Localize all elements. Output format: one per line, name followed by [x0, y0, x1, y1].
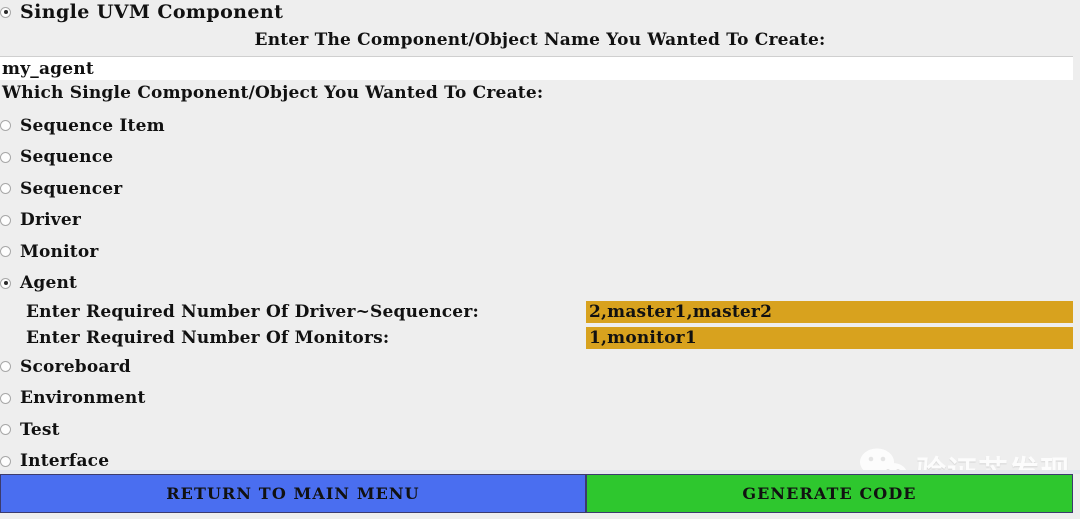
option-test[interactable]: Test [0, 414, 1080, 446]
footer-bar: RETURN TO MAIN MENU GENERATE CODE [0, 470, 1080, 519]
option-label: Test [20, 419, 60, 440]
monitors-input[interactable] [586, 327, 1073, 349]
option-label: Agent [20, 273, 78, 294]
option-label: Driver [20, 210, 82, 231]
option-label: Sequence Item [20, 115, 165, 136]
radio-icon-selected[interactable] [0, 277, 11, 289]
option-sequence-item[interactable]: Sequence Item [0, 110, 1080, 142]
agent-driver-sequencer-row: Enter Required Number Of Driver~Sequence… [0, 299, 1080, 325]
option-monitor[interactable]: Monitor [0, 236, 1080, 268]
radio-icon[interactable] [0, 392, 11, 404]
radio-icon[interactable] [0, 424, 11, 436]
driver-sequencer-label: Enter Required Number Of Driver~Sequence… [26, 302, 479, 322]
single-uvm-component-radio[interactable] [0, 6, 11, 18]
radio-icon[interactable] [0, 151, 11, 163]
driver-sequencer-input[interactable] [586, 301, 1073, 323]
radio-icon[interactable] [0, 361, 11, 373]
radio-icon[interactable] [0, 214, 11, 226]
page-title: Single UVM Component [20, 1, 284, 23]
option-sequence[interactable]: Sequence [0, 142, 1080, 174]
option-sequencer[interactable]: Sequencer [0, 173, 1080, 205]
monitors-label: Enter Required Number Of Monitors: [26, 328, 390, 348]
return-to-main-menu-button[interactable]: RETURN TO MAIN MENU [0, 474, 586, 513]
radio-icon[interactable] [0, 455, 11, 467]
option-label: Sequencer [20, 178, 123, 199]
component-name-input[interactable] [0, 56, 1073, 80]
generate-code-button[interactable]: GENERATE CODE [586, 474, 1073, 513]
option-driver[interactable]: Driver [0, 205, 1080, 237]
option-label: Monitor [20, 241, 99, 262]
option-environment[interactable]: Environment [0, 383, 1080, 415]
option-label: Sequence [20, 147, 114, 168]
radio-icon[interactable] [0, 183, 11, 195]
component-option-list: Sequence Item Sequence Sequencer Driver … [0, 110, 1080, 477]
radio-icon[interactable] [0, 120, 11, 132]
radio-icon[interactable] [0, 246, 11, 258]
agent-monitors-row: Enter Required Number Of Monitors: [0, 325, 1080, 351]
option-label: Interface [20, 451, 110, 472]
window-title-row: Single UVM Component [0, 0, 283, 24]
component-question-label: Which Single Component/Object You Wanted… [2, 83, 544, 103]
option-scoreboard[interactable]: Scoreboard [0, 351, 1080, 383]
name-prompt-label: Enter The Component/Object Name You Want… [254, 30, 826, 50]
option-label: Environment [20, 388, 146, 409]
option-agent[interactable]: Agent [0, 268, 1080, 300]
option-label: Scoreboard [20, 356, 131, 377]
uvm-component-generator-window: Single UVM Component Enter The Component… [0, 0, 1080, 519]
